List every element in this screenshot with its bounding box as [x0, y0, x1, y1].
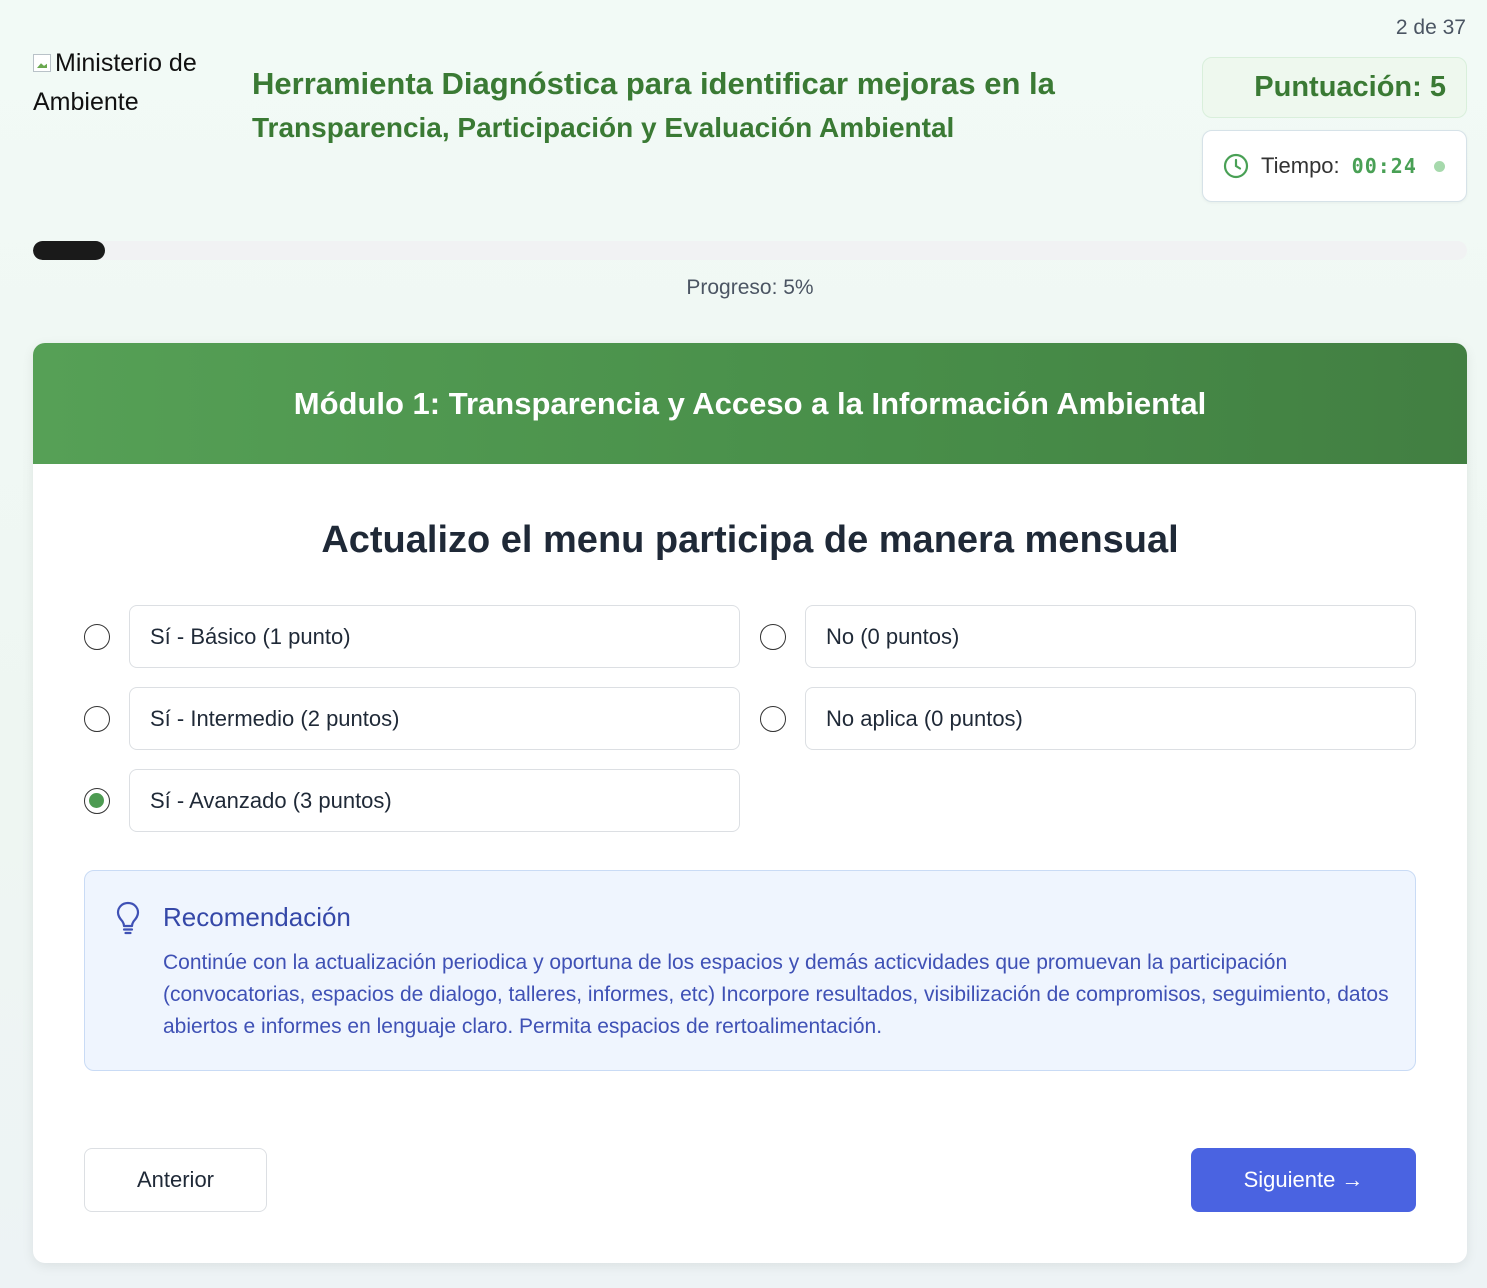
- timer-value: 00:24: [1351, 154, 1417, 178]
- module-header: Módulo 1: Transparencia y Acceso a la In…: [33, 343, 1467, 464]
- question-text: Actualizo el menu participa de manera me…: [321, 519, 1179, 561]
- recommendation-title: Recomendación: [163, 902, 351, 932]
- status-dot-icon: [1434, 161, 1445, 172]
- option-label[interactable]: Sí - Básico (1 punto): [129, 605, 740, 668]
- option-advanced[interactable]: Sí - Avanzado (3 puntos): [84, 769, 740, 832]
- progress-bar: [33, 241, 1467, 260]
- broken-image-icon: [33, 54, 51, 72]
- next-button[interactable]: Siguiente →: [1191, 1148, 1416, 1212]
- recommendation-panel: Recomendación Continúe con la actualizac…: [84, 870, 1416, 1071]
- module-title: Módulo 1: Transparencia y Acceso a la In…: [293, 385, 1207, 421]
- option-basic[interactable]: Sí - Básico (1 punto): [84, 605, 740, 668]
- lightbulb-icon: [116, 901, 140, 935]
- option-not-applicable[interactable]: No aplica (0 puntos): [760, 687, 1416, 750]
- page-title: Herramienta Diagnóstica para identificar…: [252, 66, 1055, 101]
- radio-button[interactable]: [760, 706, 786, 732]
- timer-label: Tiempo:: [1261, 153, 1340, 178]
- option-no[interactable]: No (0 puntos): [760, 605, 1416, 668]
- score-badge: Puntuación: 5: [1202, 57, 1467, 118]
- logo-alt-text: Ministerio de Ambiente: [33, 49, 197, 116]
- option-label[interactable]: Sí - Avanzado (3 puntos): [129, 769, 740, 832]
- recommendation-text: Continúe con la actualización periodica …: [163, 951, 1389, 1038]
- option-label[interactable]: Sí - Intermedio (2 puntos): [129, 687, 740, 750]
- timer-panel: Tiempo: 00:24: [1202, 130, 1467, 202]
- progress-label: Progreso: 5%: [686, 276, 814, 299]
- clock-icon: [1223, 153, 1249, 179]
- progress-fill: [33, 241, 105, 260]
- ministry-logo: Ministerio de Ambiente: [33, 44, 233, 122]
- option-label[interactable]: No (0 puntos): [805, 605, 1416, 668]
- previous-button[interactable]: Anterior: [84, 1148, 267, 1212]
- radio-button[interactable]: [84, 706, 110, 732]
- option-intermediate[interactable]: Sí - Intermedio (2 puntos): [84, 687, 740, 750]
- page-counter: 2 de 37: [1395, 16, 1466, 39]
- page: Ministerio de Ambiente Herramienta Diagn…: [0, 0, 1487, 1288]
- radio-button-checked[interactable]: [84, 788, 110, 814]
- page-subtitle: Transparencia, Participación y Evaluació…: [252, 112, 955, 143]
- question-card: Módulo 1: Transparencia y Acceso a la In…: [33, 343, 1467, 1263]
- radio-button[interactable]: [84, 624, 110, 650]
- radio-button[interactable]: [760, 624, 786, 650]
- option-label[interactable]: No aplica (0 puntos): [805, 687, 1416, 750]
